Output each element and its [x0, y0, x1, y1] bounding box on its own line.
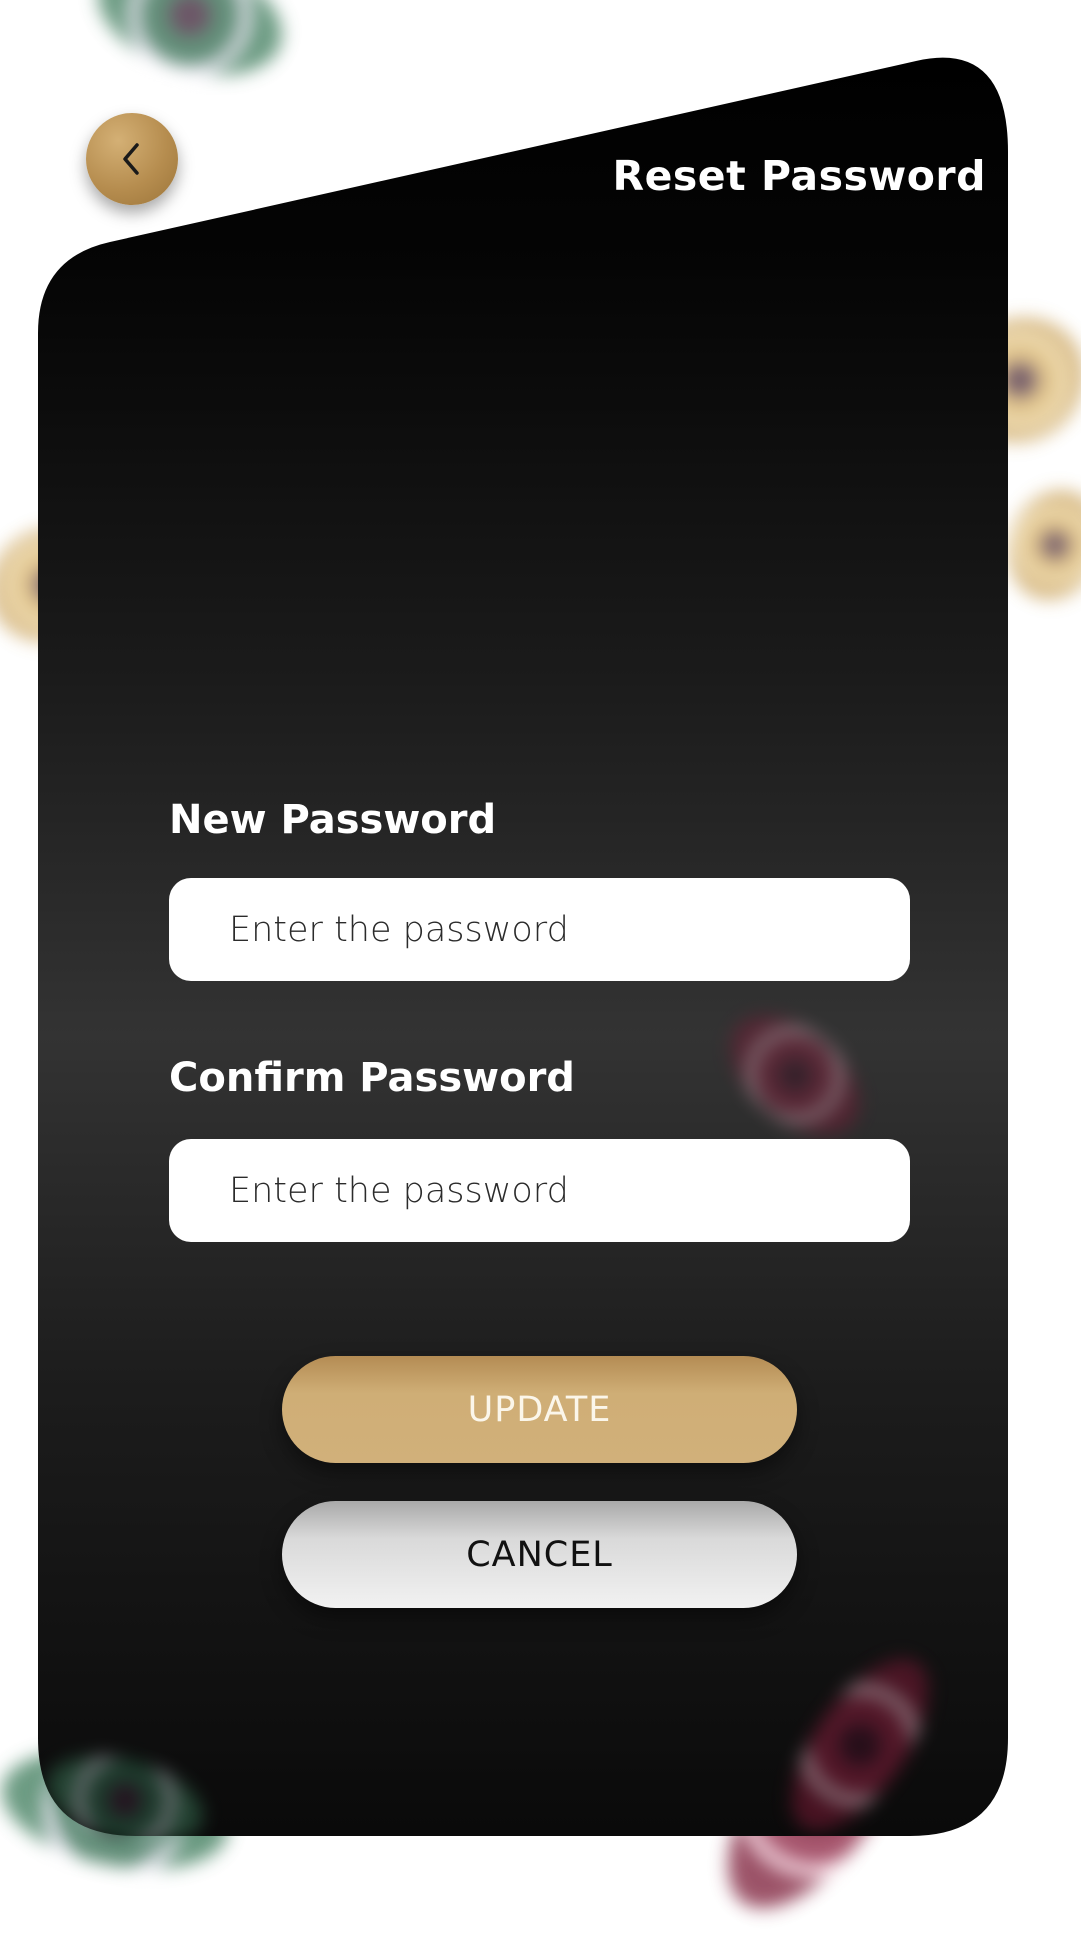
- page-title: Reset Password: [612, 152, 986, 200]
- cancel-button[interactable]: CANCEL: [282, 1501, 797, 1608]
- back-button[interactable]: [86, 113, 178, 205]
- new-password-input[interactable]: [169, 878, 910, 981]
- update-button[interactable]: UPDATE: [282, 1356, 797, 1463]
- confirm-password-input[interactable]: [169, 1139, 910, 1242]
- confirm-password-label: Confirm Password: [169, 1055, 575, 1101]
- chevron-left-icon: [123, 143, 139, 175]
- new-password-label: New Password: [169, 797, 497, 843]
